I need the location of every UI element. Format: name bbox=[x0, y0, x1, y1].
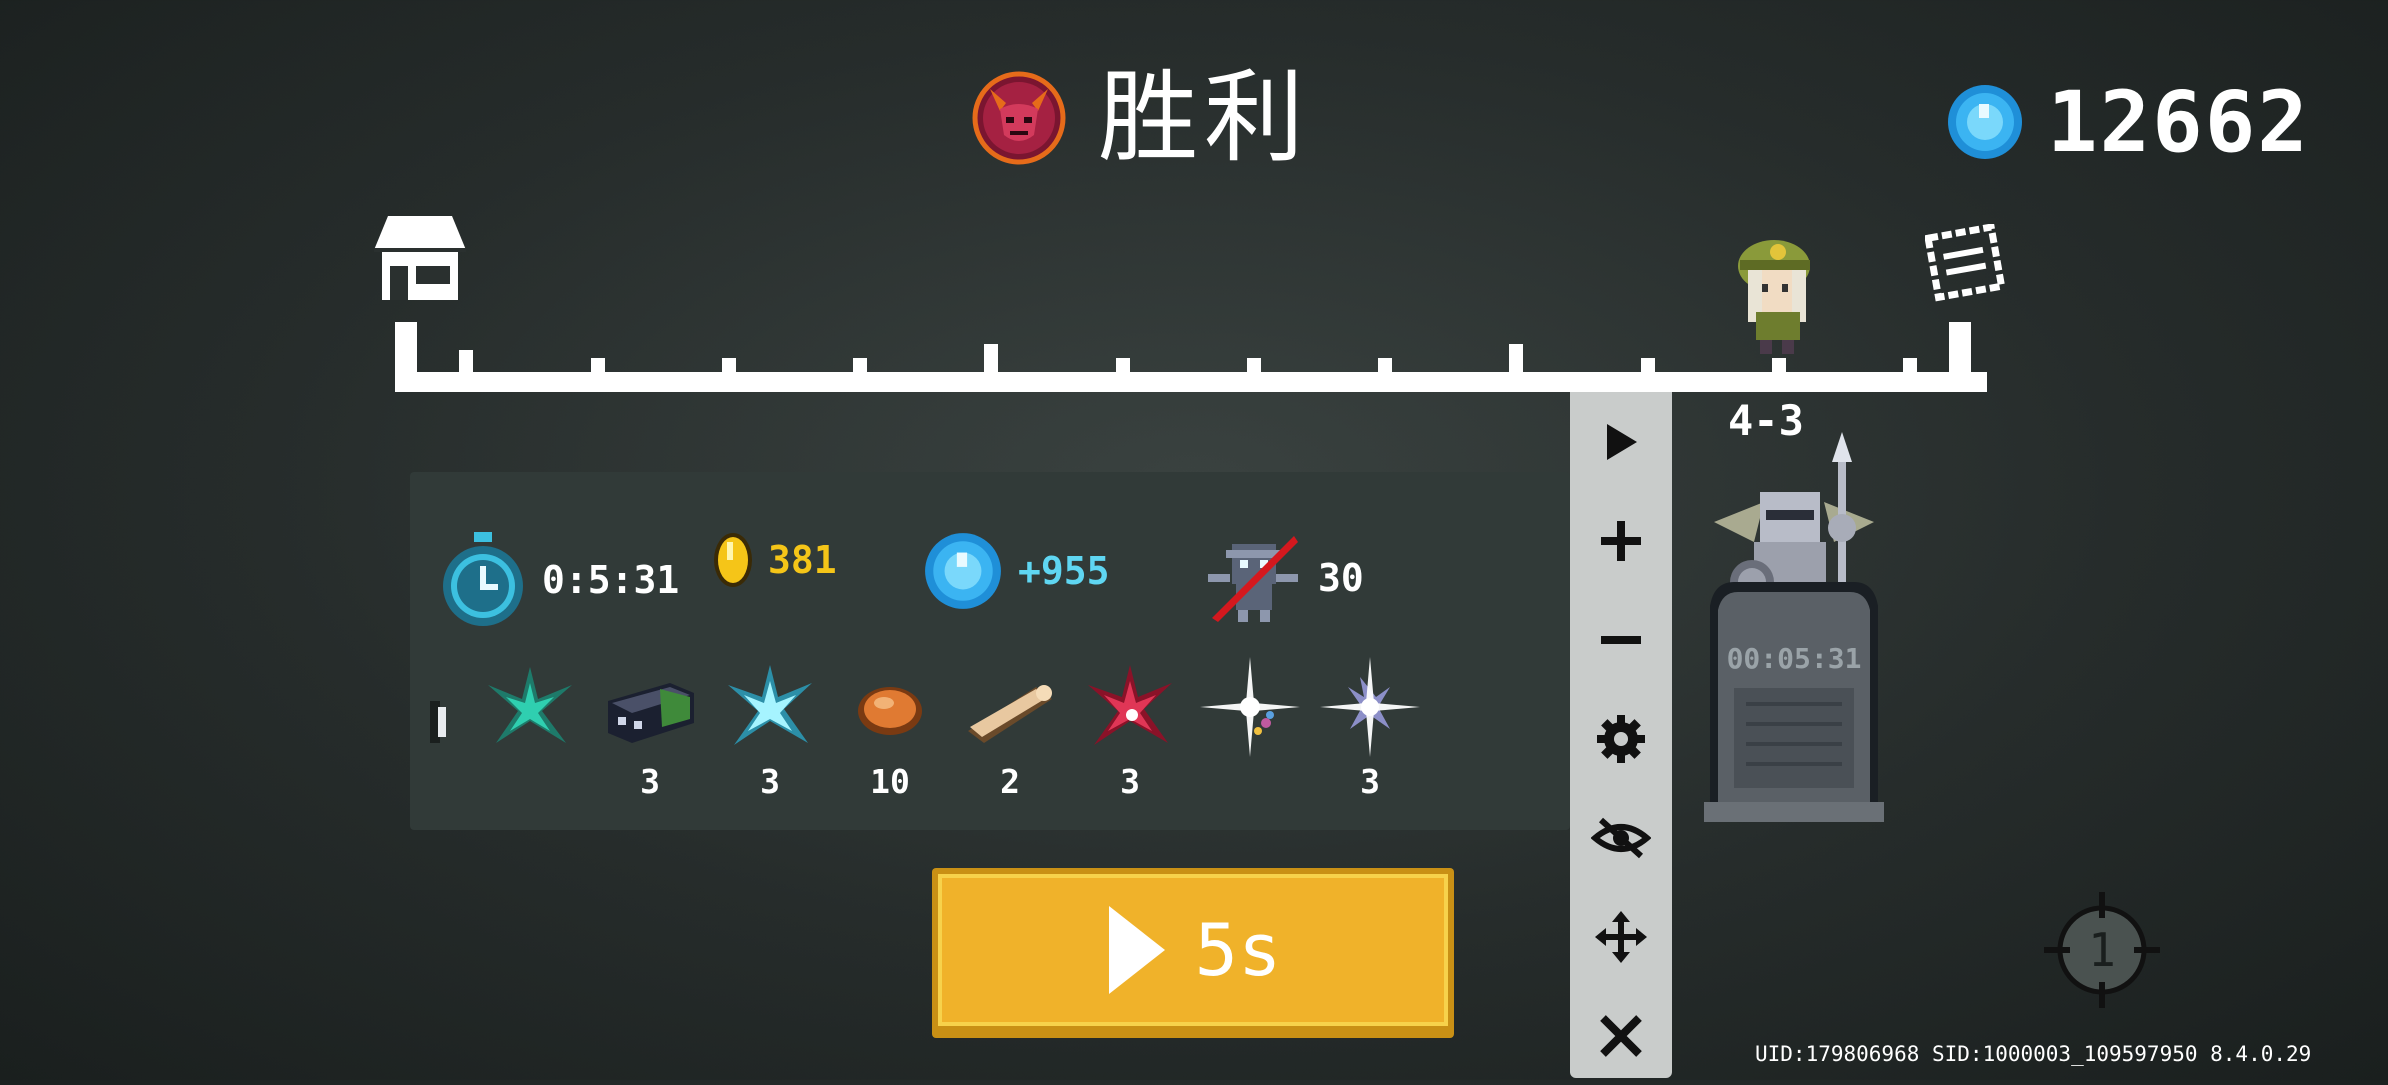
track-tick bbox=[1641, 358, 1655, 392]
blue-gem-icon bbox=[925, 533, 1001, 609]
move-button[interactable] bbox=[1570, 887, 1672, 986]
plus-icon bbox=[1601, 520, 1641, 561]
crosshair-button[interactable]: 1 bbox=[2040, 888, 2164, 1012]
track-tick bbox=[1949, 322, 1971, 392]
wood-log-icon bbox=[968, 685, 1052, 743]
loot-item bbox=[1200, 657, 1300, 797]
result-title: 胜利 bbox=[970, 68, 1310, 168]
cyan-crystal-icon bbox=[728, 665, 812, 745]
loot-item-count: 10 bbox=[870, 762, 910, 801]
track-tick bbox=[984, 344, 998, 392]
loot-item: 10 bbox=[840, 657, 940, 801]
green-leaf-icon bbox=[488, 667, 572, 743]
gold-value: 381 bbox=[768, 538, 837, 582]
sparkle-flower-icon bbox=[1200, 657, 1300, 757]
loot-item: 3 bbox=[720, 657, 820, 801]
player-character bbox=[1738, 240, 1810, 354]
loot-item-count: 2 bbox=[1000, 762, 1020, 801]
kill-stat: 30 bbox=[1202, 530, 1364, 626]
time-value: 0:5:31 bbox=[542, 558, 680, 602]
red-demon-emblem-icon bbox=[972, 71, 1066, 165]
currency-value: 12662 bbox=[2047, 73, 2310, 171]
run-stats-panel: 0:5:31 381 +955 30 3 3 10 2 3 3 bbox=[410, 472, 1570, 830]
minus-icon bbox=[1601, 635, 1641, 644]
loot-item-count: 3 bbox=[1360, 762, 1380, 801]
tombstone-time: 00:05:31 bbox=[1727, 642, 1862, 675]
loot-item: 3 bbox=[600, 657, 700, 801]
play-icon bbox=[1607, 423, 1637, 460]
continue-button-face: 5s bbox=[938, 874, 1448, 1026]
red-crystal-icon bbox=[1088, 665, 1172, 745]
currency-display: 12662 bbox=[1945, 80, 2310, 164]
meat-icon bbox=[858, 687, 922, 735]
stopwatch-icon bbox=[443, 532, 523, 626]
gear-icon bbox=[1597, 714, 1645, 763]
gold-stat: 381 bbox=[712, 530, 837, 590]
continue-button[interactable]: 5s bbox=[932, 868, 1454, 1038]
move-icon bbox=[1595, 910, 1647, 963]
zoom-out-button[interactable] bbox=[1570, 590, 1672, 689]
settings-button[interactable] bbox=[1570, 689, 1672, 788]
blue-gem-icon bbox=[1948, 85, 2022, 159]
track-tick bbox=[1772, 358, 1786, 392]
loot-items-row: 3 3 10 2 3 3 bbox=[430, 657, 1570, 801]
track-tick bbox=[1247, 358, 1261, 392]
countdown-label: 5s bbox=[1194, 908, 1282, 992]
level-progress-track bbox=[395, 322, 1987, 392]
zoom-in-button[interactable] bbox=[1570, 491, 1672, 590]
home-icon bbox=[374, 216, 466, 300]
loot-item-count: 3 bbox=[1120, 762, 1140, 801]
play-icon bbox=[1108, 906, 1165, 994]
play-button[interactable] bbox=[1570, 392, 1672, 491]
gem-value: +955 bbox=[1018, 549, 1110, 593]
slain-enemy-icon bbox=[1208, 536, 1298, 622]
loot-item: 2 bbox=[960, 657, 1060, 801]
track-tick bbox=[722, 358, 736, 392]
metal-ore-block-icon bbox=[608, 683, 694, 743]
close-icon bbox=[1600, 1014, 1642, 1057]
eye-off-icon bbox=[1591, 817, 1651, 858]
track-tick bbox=[395, 322, 417, 392]
loot-item bbox=[480, 657, 580, 797]
boss-tombstone: 00:05:31 bbox=[1704, 432, 1884, 822]
portal-icon bbox=[1925, 224, 2006, 302]
loot-item-count: 3 bbox=[760, 762, 780, 801]
hide-ui-button[interactable] bbox=[1570, 788, 1672, 887]
side-toolbar bbox=[1570, 392, 1672, 1078]
track-tick bbox=[1903, 358, 1917, 392]
uid-sid-version: UID:179806968 SID:1000003_109597950 8.4.… bbox=[1755, 1042, 2312, 1066]
sparkle-crystal-icon bbox=[1320, 657, 1420, 757]
track-tick bbox=[1509, 344, 1523, 392]
loot-item: 3 bbox=[1320, 657, 1420, 801]
gem-stat: +955 bbox=[922, 530, 1110, 612]
loot-item-count: 3 bbox=[640, 762, 660, 801]
kill-value: 30 bbox=[1318, 556, 1364, 600]
close-button[interactable] bbox=[1570, 986, 1672, 1085]
track-tick bbox=[591, 358, 605, 392]
gold-coin-icon bbox=[714, 533, 752, 587]
track-tick bbox=[459, 350, 473, 392]
victory-title: 胜利 bbox=[1098, 59, 1310, 176]
track-tick bbox=[853, 358, 867, 392]
time-stat: 0:5:31 bbox=[438, 530, 679, 630]
scroll-indicator-icon bbox=[430, 701, 446, 743]
track-tick bbox=[1378, 358, 1392, 392]
track-tick bbox=[1116, 358, 1130, 392]
crosshair-number: 1 bbox=[2088, 923, 2116, 977]
loot-item: 3 bbox=[1080, 657, 1180, 801]
